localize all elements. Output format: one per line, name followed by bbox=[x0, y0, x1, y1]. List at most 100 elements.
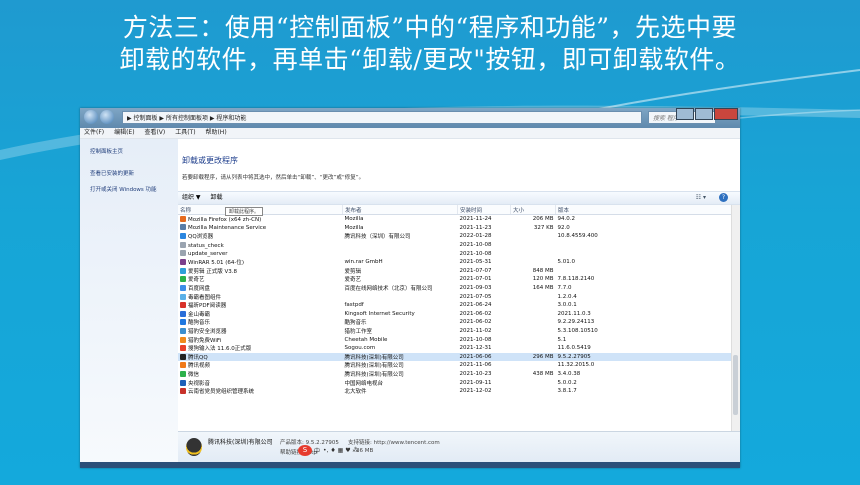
cell-publisher: 腾讯科技(深圳)有限公司 bbox=[342, 352, 458, 362]
table-row[interactable]: 福昕PDF阅读器 fastpdf 2021-06-24 3.0.0.1 bbox=[178, 301, 734, 310]
table-row[interactable]: 爱剪辑 正式版 V3.8 爱剪辑 2021-07-07 848 MB bbox=[178, 267, 734, 276]
column-size[interactable]: 大小 bbox=[510, 205, 556, 215]
cell-publisher: Kingsoft Internet Security bbox=[344, 310, 415, 317]
cell-size bbox=[511, 378, 556, 387]
cell-version: 11.32.2015.0 bbox=[557, 362, 595, 369]
minimize-button[interactable] bbox=[676, 108, 694, 120]
program-icon bbox=[180, 328, 186, 335]
column-publisher[interactable]: 发布者 bbox=[342, 205, 458, 215]
cell-publisher: 酷狗音乐 bbox=[344, 320, 367, 327]
cell-version: 7.7.0 bbox=[557, 285, 572, 292]
ime-toolbar[interactable]: S 中 •, ♦ ▦ ♥ ⁂ bbox=[298, 445, 362, 456]
table-row[interactable]: 腾讯视频 腾讯科技(深圳)有限公司 2021-11-06 11.32.2015.0 bbox=[178, 361, 734, 370]
program-name: Mozilla Firefox (x64 zh-CN) bbox=[188, 216, 262, 223]
menu-tools[interactable]: 工具(T) bbox=[175, 129, 195, 136]
menu-bar: 文件(F) 编辑(E) 查看(V) 工具(T) 帮助(H) bbox=[80, 128, 740, 139]
program-icon bbox=[180, 388, 186, 395]
table-row[interactable]: 猎豹免费WiFi Cheetah Mobile 2021-10-08 5.1 bbox=[178, 335, 734, 344]
program-name: 百度网盘 bbox=[188, 286, 211, 293]
vertical-scrollbar[interactable] bbox=[731, 205, 740, 432]
organize-button[interactable]: 组织 ▼ bbox=[182, 194, 201, 201]
window-titlebar: ▶ 控制面板 ▶ 所有控制面板项 ▶ 程序和功能 搜索 程序... bbox=[80, 108, 740, 128]
cell-size bbox=[511, 292, 556, 301]
sogou-ime-icon[interactable]: S bbox=[298, 445, 312, 456]
cell-name: 爱剪辑 正式版 V3.8 bbox=[178, 267, 343, 276]
cell-size bbox=[511, 301, 556, 310]
forward-icon[interactable] bbox=[100, 110, 114, 124]
cell-publisher: Sogou.com bbox=[344, 345, 376, 352]
back-icon[interactable] bbox=[84, 110, 98, 124]
cell-date: 2022-01-28 bbox=[459, 233, 492, 240]
table-row[interactable]: WinRAR 5.01 (64-位) win.rar GmbH 2021-05-31… bbox=[178, 258, 734, 267]
table-row[interactable]: 爱奇艺 爱奇艺 2021-07-01 120 MB 7.8.118.2140 bbox=[178, 275, 734, 284]
table-row[interactable]: update_server 2021-10-08 bbox=[178, 249, 734, 258]
cell-size bbox=[511, 249, 556, 258]
cell-size bbox=[511, 241, 556, 250]
menu-help[interactable]: 帮助(H) bbox=[205, 129, 226, 136]
address-bar[interactable]: ▶ 控制面板 ▶ 所有控制面板项 ▶ 程序和功能 bbox=[122, 111, 642, 124]
cell-publisher: 北大软件 bbox=[344, 389, 367, 396]
cell-date: 2021-06-24 bbox=[459, 302, 492, 309]
cell-date: 2021-11-24 bbox=[459, 216, 492, 223]
column-version[interactable]: 版本 bbox=[555, 205, 734, 215]
cell-publisher: Cheetah Mobile bbox=[344, 336, 388, 343]
cell-publisher: 中国网络电视台 bbox=[344, 380, 384, 387]
cell-publisher: 百度在线网络技术（北京）有限公司 bbox=[344, 286, 433, 293]
programs-table-body: Mozilla Firefox (x64 zh-CN) Mozilla 2021-1… bbox=[178, 215, 734, 396]
cell-publisher: 爱奇艺 bbox=[344, 277, 362, 284]
page-description: 若要卸载程序，请从列表中将其选中，然后单击“卸载”、“更改”或“修复”。 bbox=[182, 175, 365, 181]
cell-size bbox=[511, 232, 556, 241]
maximize-button[interactable] bbox=[695, 108, 713, 120]
toolbar: 组织 ▼ 卸载 ☷ ▾ ? bbox=[178, 191, 740, 205]
cell-version: 3.4.0.38 bbox=[557, 370, 581, 377]
sidebar-item-updates[interactable]: 查看已安装的更新 bbox=[80, 165, 178, 181]
table-row[interactable]: 央视影音 中国网络电视台 2021-09-11 5.0.0.2 bbox=[178, 378, 734, 387]
cell-date: 2021-06-06 bbox=[457, 352, 511, 362]
menu-file[interactable]: 文件(F) bbox=[84, 129, 104, 136]
table-row[interactable]: 云南省党员党组织管理系统 北大软件 2021-12-02 3.8.1.7 bbox=[178, 387, 734, 396]
menu-edit[interactable]: 编辑(E) bbox=[114, 129, 134, 136]
program-name: 福昕PDF阅读器 bbox=[188, 303, 227, 310]
program-name: QQ浏览器 bbox=[188, 234, 214, 241]
cell-name: update_server bbox=[178, 249, 343, 258]
cell-size bbox=[511, 327, 556, 336]
column-date[interactable]: 安装时间 bbox=[457, 205, 511, 215]
program-name: 猎豹安全浏览器 bbox=[188, 329, 227, 336]
table-row[interactable]: QQ浏览器 腾讯科技（深圳）有限公司 2022-01-28 10.8.4559.400 bbox=[178, 232, 734, 241]
table-row[interactable]: status_check 2021-10-08 bbox=[178, 241, 734, 250]
program-name: 腾讯视频 bbox=[188, 363, 211, 370]
scrollbar-thumb[interactable] bbox=[733, 355, 738, 415]
menu-view[interactable]: 查看(V) bbox=[144, 129, 165, 136]
table-row[interactable]: 百度网盘 百度在线网络技术（北京）有限公司 2021-09-03 164 MB 7.7.… bbox=[178, 284, 734, 293]
ime-tools-icon[interactable]: •, ♦ ▦ ♥ ⁂ bbox=[323, 447, 359, 454]
details-support-link[interactable]: 支持链接: http://www.tencent.com bbox=[348, 438, 440, 446]
table-row[interactable]: 金山毒霸 Kingsoft Internet Security 2021-06-02… bbox=[178, 310, 734, 319]
program-icon bbox=[180, 302, 186, 309]
table-row[interactable]: 猎豹安全浏览器 猎豹工作室 2021-11-02 5.3.108.10510 bbox=[178, 327, 734, 336]
table-row[interactable]: 搜狗输入法 11.6.0正式版 Sogou.com 2021-12-31 11.6.0… bbox=[178, 344, 734, 353]
table-row[interactable]: 微信 腾讯科技(深圳)有限公司 2021-10-23 438 MB 3.4.0.38 bbox=[178, 370, 734, 379]
table-row[interactable]: 酷狗音乐 酷狗音乐 2021-06-02 9.2.29.24113 bbox=[178, 318, 734, 327]
slide-title-line2: 卸载的软件，再单击“卸载/更改"按钮，即可卸载软件。 bbox=[119, 45, 741, 74]
cell-size bbox=[511, 387, 556, 396]
cell-date: 2021-11-02 bbox=[459, 328, 492, 335]
help-icon[interactable]: ? bbox=[719, 193, 728, 202]
window-controls bbox=[675, 108, 738, 120]
cell-name: 云南省党员党组织管理系统 bbox=[178, 387, 343, 396]
slide-title-line1: 方法三：使用“控制面板”中的“程序和功能”，先选中要 bbox=[122, 13, 738, 42]
close-button[interactable] bbox=[714, 108, 738, 120]
ime-mode-label[interactable]: 中 bbox=[314, 446, 320, 455]
table-row[interactable]: 毒霸看图组件 2021-07-05 1.2.0.4 bbox=[178, 292, 734, 301]
uninstall-button[interactable]: 卸载 bbox=[210, 194, 222, 201]
sidebar-item-home[interactable]: 控制面板主页 bbox=[80, 143, 178, 159]
cell-name: 腾讯QQ bbox=[178, 352, 343, 362]
program-icon bbox=[180, 285, 186, 292]
program-icon bbox=[180, 215, 186, 222]
view-options-icon[interactable]: ☷ ▾ bbox=[696, 192, 706, 204]
table-row[interactable]: Mozilla Maintenance Service Mozilla 2021-1… bbox=[178, 224, 734, 233]
cell-date: 2021-09-03 bbox=[459, 285, 492, 292]
program-name: 央视影音 bbox=[188, 380, 211, 387]
sidebar-item-windows-features[interactable]: 打开或关闭 Windows 功能 bbox=[80, 181, 178, 197]
cell-size bbox=[511, 335, 556, 344]
table-row[interactable]: 腾讯QQ 腾讯科技(深圳)有限公司 2021-06-06 296 MB 9.5.2.27… bbox=[178, 352, 734, 362]
